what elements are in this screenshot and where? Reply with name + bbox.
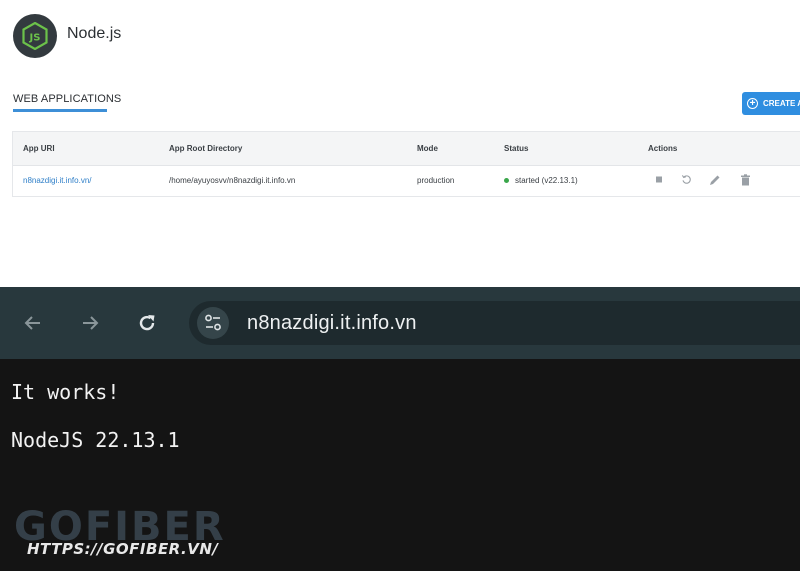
column-header-app-uri: App URI (23, 144, 55, 153)
delete-icon[interactable] (740, 174, 751, 189)
app-uri-link[interactable]: n8nazdigi.it.info.vn/ (23, 176, 92, 185)
edit-icon[interactable] (708, 174, 721, 190)
svg-text:JS: JS (29, 33, 41, 44)
forward-arrow-icon[interactable] (76, 309, 104, 337)
node-version-text: NodeJS 22.13.1 (11, 428, 180, 452)
watermark-url: HTTPS://GOFIBER.VN/ (27, 540, 219, 558)
page-heading-text: It works! (11, 380, 120, 404)
app-title: Node.js (67, 25, 122, 42)
app-mode: production (417, 176, 455, 185)
status-text: started (v22.13.1) (515, 176, 578, 185)
address-bar[interactable]: n8nazdigi.it.info.vn (189, 301, 800, 345)
site-settings-icon[interactable] (197, 307, 229, 339)
column-header-mode: Mode (417, 144, 438, 153)
column-header-actions: Actions (648, 144, 678, 153)
app-root-directory: /home/ayuyosvv/n8nazdigi.it.info.vn (169, 176, 296, 185)
plus-circle-icon: + (747, 98, 758, 109)
create-button-label: CREATE A (763, 99, 800, 108)
nodejs-logo-icon: JS (13, 14, 57, 58)
browser-toolbar: n8nazdigi.it.info.vn (0, 287, 800, 359)
back-arrow-icon[interactable] (19, 309, 47, 337)
restart-icon[interactable] (681, 174, 692, 188)
column-header-root-dir: App Root Directory (169, 144, 243, 153)
tab-active-indicator (13, 109, 107, 112)
status-badge: started (v22.13.1) (504, 176, 578, 185)
stop-icon[interactable] (654, 174, 664, 187)
create-application-button[interactable]: + CREATE A (742, 92, 800, 115)
hosting-panel: JS Node.js WEB APPLICATIONS + CREATE A A… (0, 0, 800, 287)
status-dot-icon (504, 178, 509, 184)
table-header (13, 132, 800, 166)
reload-icon[interactable] (133, 309, 161, 337)
url-text[interactable]: n8nazdigi.it.info.vn (247, 312, 417, 335)
column-header-status: Status (504, 144, 529, 153)
tab-web-applications[interactable]: WEB APPLICATIONS (13, 93, 121, 105)
applications-table: App URI App Root Directory Mode Status A… (12, 131, 800, 197)
